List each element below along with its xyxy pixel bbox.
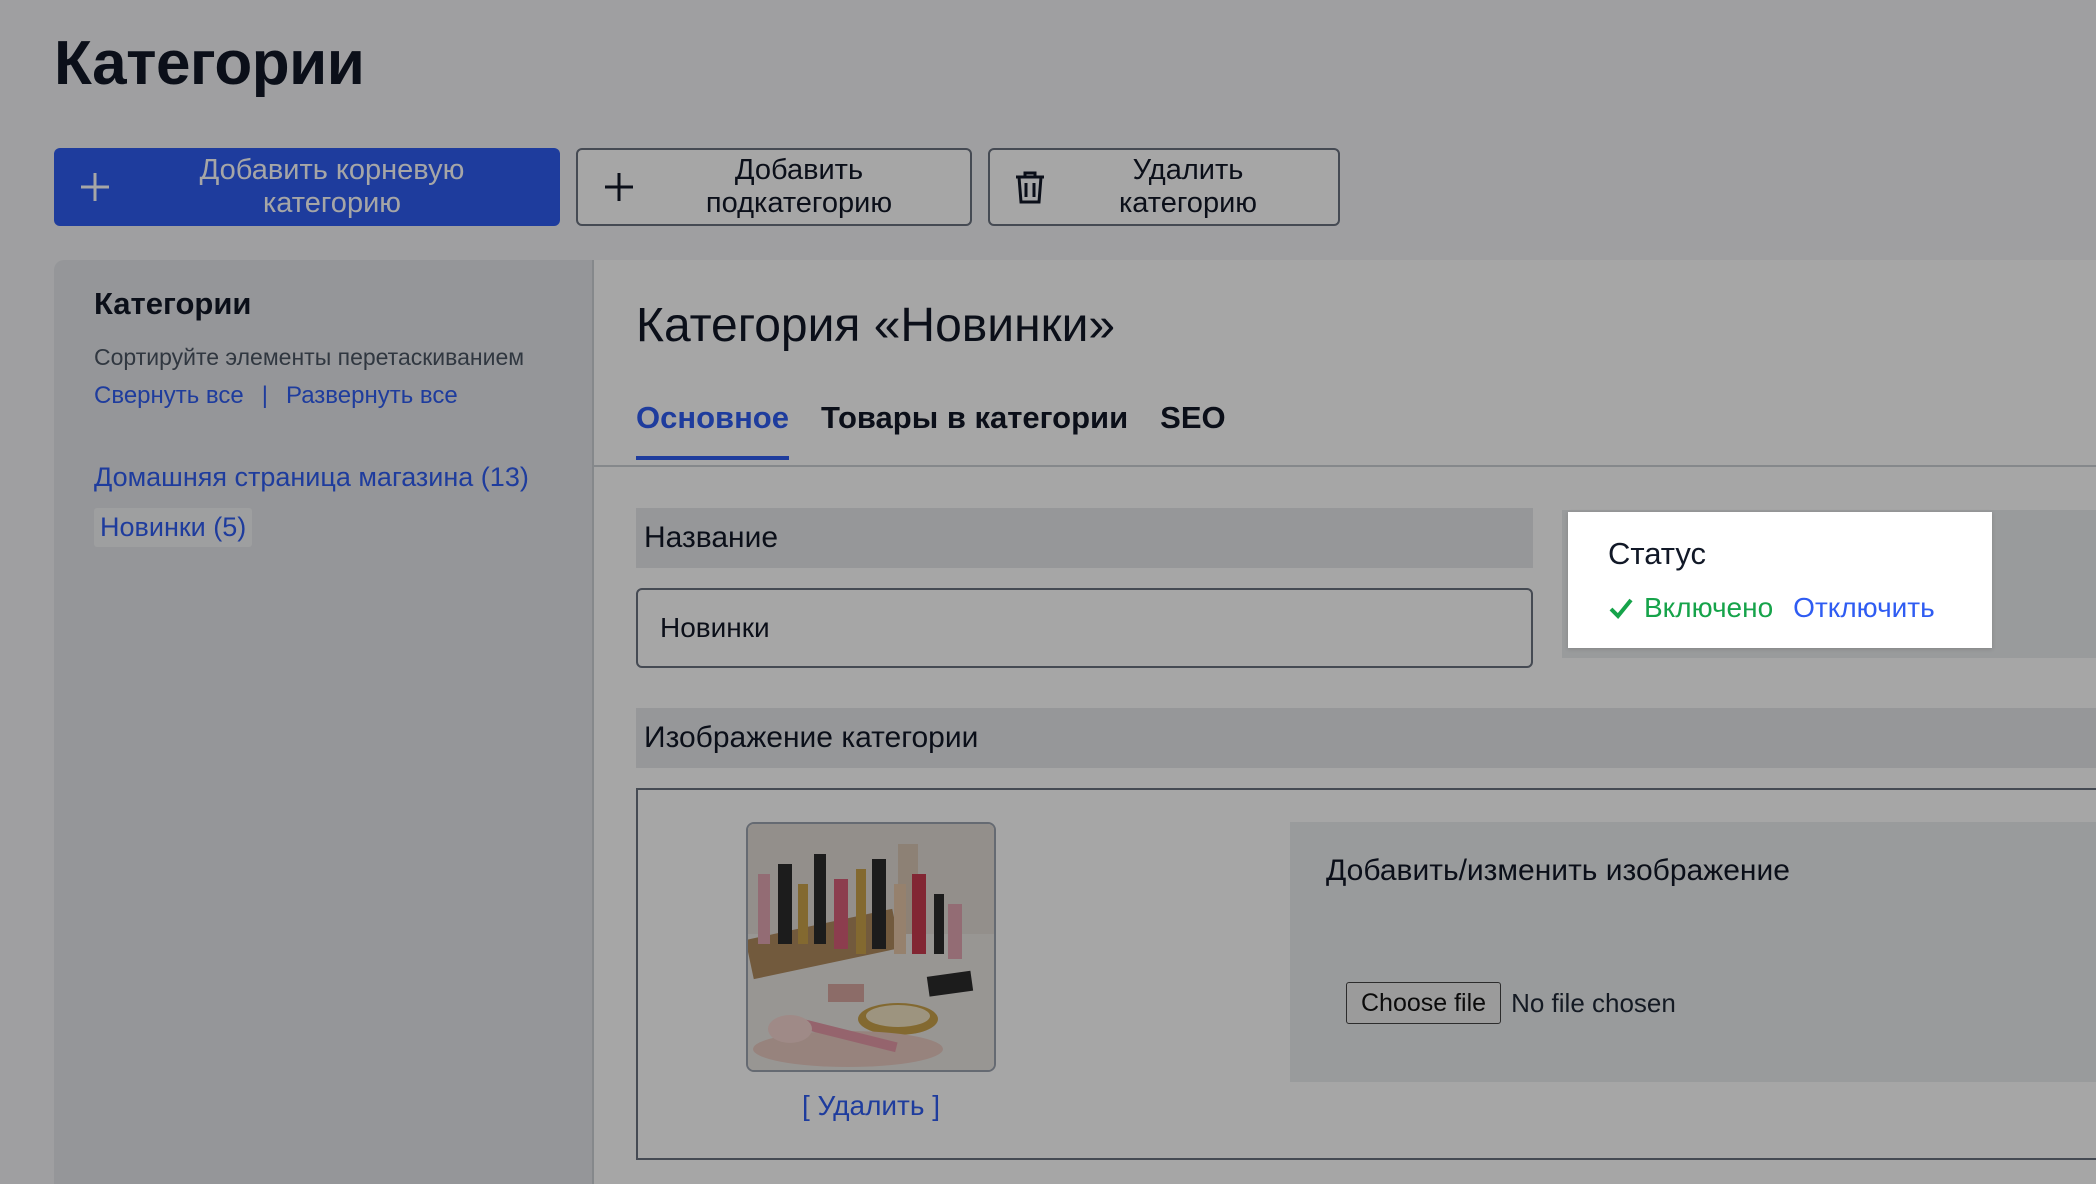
tabs: Основное Товары в категории SEO — [636, 400, 1226, 460]
status-card: Статус Включено Отключить — [1568, 512, 1992, 648]
tab-seo[interactable]: SEO — [1160, 400, 1225, 460]
category-title: Категория «Новинки» — [636, 299, 1116, 352]
name-section-header: Название — [636, 508, 1533, 568]
check-icon — [1609, 598, 1633, 619]
collapse-all-link[interactable]: Свернуть все — [94, 382, 244, 410]
plus-icon — [81, 173, 109, 201]
image-section-header: Изображение категории — [636, 708, 2096, 768]
add-root-category-button[interactable]: Добавить корневую категорию — [54, 148, 560, 226]
page: Категории Добавить корневую категорию До… — [0, 0, 2096, 1184]
category-name-input[interactable] — [636, 588, 1533, 668]
sidebar-title: Категории — [94, 286, 252, 321]
trash-icon — [1016, 171, 1044, 204]
expand-all-link[interactable]: Развернуть все — [286, 382, 458, 410]
no-file-text: No file chosen — [1511, 987, 1676, 1018]
upload-panel: Добавить/изменить изображение Choose fil… — [1290, 822, 2096, 1082]
status-row: Включено Отключить — [1608, 592, 1935, 624]
category-editor: Категория «Новинки» Основное Товары в ка… — [594, 260, 2096, 1184]
status-enabled-label: Включено — [1644, 592, 1774, 623]
tab-products[interactable]: Товары в категории — [821, 400, 1128, 460]
category-sidebar: Категории Сортируйте элементы перетаскив… — [54, 260, 594, 1184]
add-subcategory-label: Добавить подкатегорию — [705, 154, 893, 219]
add-root-category-label: Добавить корневую категорию — [199, 154, 465, 219]
file-input: Choose file No file chosen — [1346, 982, 1676, 1024]
upload-title: Добавить/изменить изображение — [1326, 854, 1790, 887]
cosmetics-photo — [748, 824, 994, 1070]
tree-item-home[interactable]: Домашняя страница магазина (13) — [94, 462, 529, 493]
image-box: [ Удалить ] Добавить/изменить изображени… — [636, 788, 2096, 1160]
delete-category-button[interactable]: Удалить категорию — [988, 148, 1340, 226]
plus-icon — [605, 173, 633, 201]
tab-general[interactable]: Основное — [636, 400, 789, 460]
disable-link[interactable]: Отключить — [1793, 592, 1935, 624]
sidebar-hint: Сортируйте элементы перетаскиванием — [94, 344, 525, 370]
tree-controls: Свернуть все | Развернуть все — [94, 382, 458, 410]
delete-image-link[interactable]: [ Удалить ] — [802, 1090, 940, 1122]
choose-file-button[interactable]: Choose file — [1346, 982, 1502, 1024]
add-subcategory-button[interactable]: Добавить подкатегорию — [576, 148, 972, 226]
toolbar: Добавить корневую категорию Добавить под… — [54, 148, 1340, 226]
page-title: Категории — [54, 29, 365, 98]
separator: | — [261, 382, 268, 409]
status-enabled: Включено — [1608, 592, 1773, 624]
tabs-divider — [594, 465, 2096, 467]
tree-item-new[interactable]: Новинки (5) — [94, 508, 253, 547]
delete-category-label: Удалить категорию — [1118, 154, 1258, 219]
category-image-thumbnail — [746, 822, 996, 1072]
status-label: Статус — [1608, 536, 1706, 571]
